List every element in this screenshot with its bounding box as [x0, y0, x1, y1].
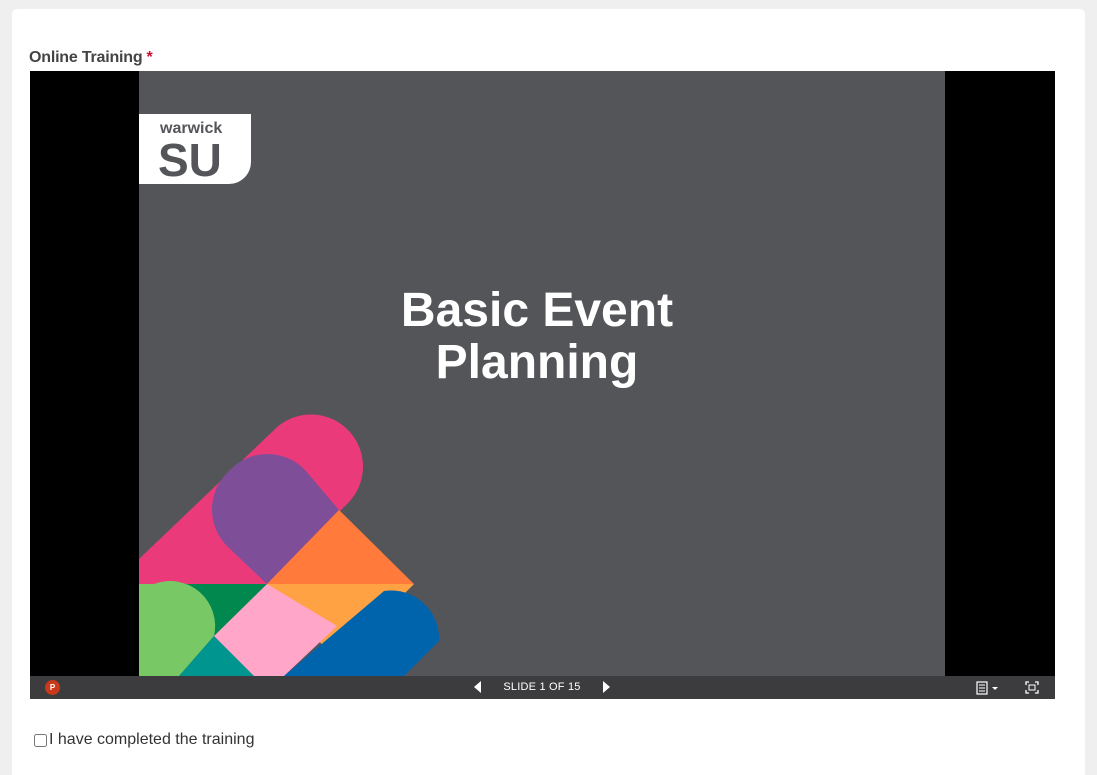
training-completed-field[interactable]: I have completed the training: [34, 731, 254, 749]
next-slide-button[interactable]: [603, 681, 610, 693]
slide-title-line1: Basic Event: [400, 284, 674, 337]
field-label-text: Online Training: [29, 49, 143, 66]
required-marker: *: [146, 49, 153, 66]
field-label: Online Training *: [29, 49, 153, 67]
player-toolbar: P SLIDE 1 OF 15: [30, 676, 1055, 699]
slide-title-line2: Planning: [435, 336, 639, 389]
slide-title: Basic Event Planning: [347, 285, 727, 389]
warwick-su-logo: warwick SU: [139, 114, 251, 186]
powerpoint-icon[interactable]: P: [45, 680, 60, 695]
training-completed-label[interactable]: I have completed the training: [49, 731, 254, 749]
slide-counter: SLIDE 1 OF 15: [503, 681, 581, 693]
warwick-su-logo-graphic: warwick SU: [139, 114, 251, 186]
slide-canvas: warwick SU Basic Event Planning: [139, 71, 945, 676]
presentation-player[interactable]: warwick SU Basic Event Planning P SLIDE …: [30, 71, 1055, 699]
form-card: Online Training * warwick SU Basic Event…: [12, 9, 1085, 775]
previous-slide-button[interactable]: [474, 681, 481, 693]
training-completed-checkbox[interactable]: [34, 733, 47, 747]
logo-su-text: SU: [158, 134, 222, 184]
notes-menu-icon[interactable]: [976, 680, 1002, 695]
fullscreen-icon[interactable]: [1024, 680, 1040, 695]
